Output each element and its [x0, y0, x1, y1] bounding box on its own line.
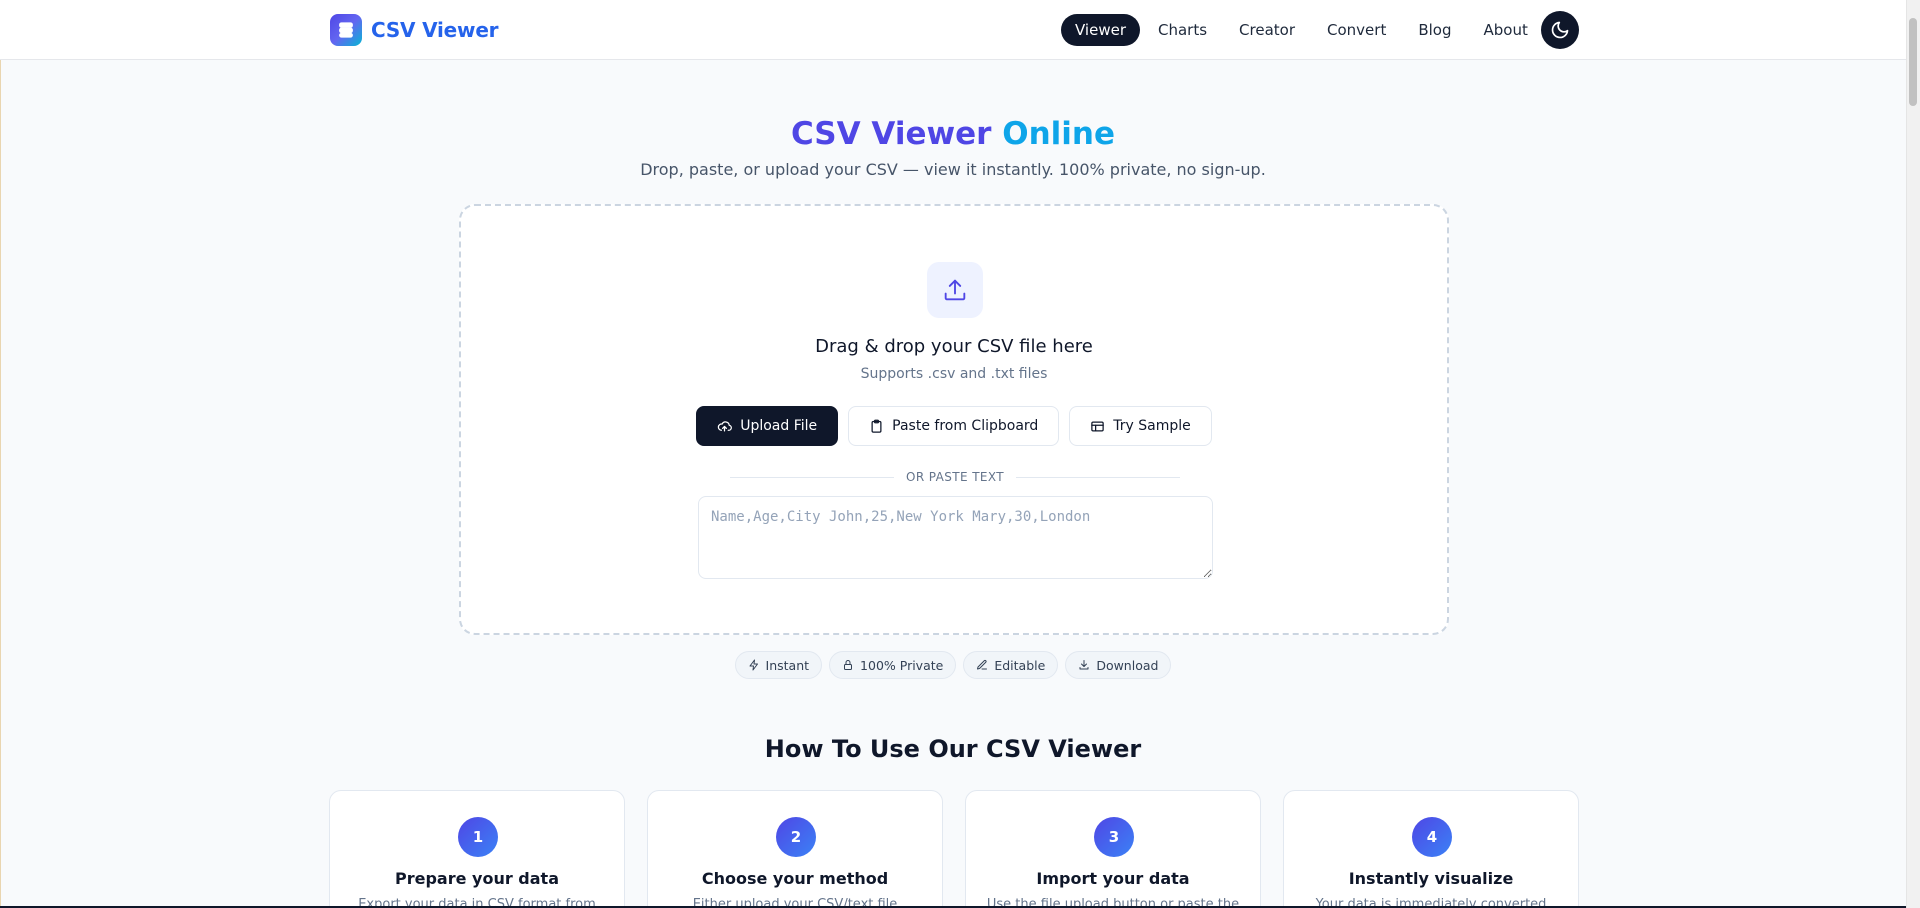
step-title: Prepare your data — [395, 869, 559, 888]
feature-chip-label: Download — [1096, 657, 1159, 673]
brand[interactable]: CSV Viewer — [330, 14, 499, 46]
howto-steps: 1 Prepare your data Export your data in … — [329, 790, 1579, 908]
dropzone-actions: Upload File Paste from Clipboard Try Sam… — [461, 406, 1447, 446]
scrollbar-thumb[interactable] — [1909, 18, 1917, 106]
feature-chip-editable: Editable — [963, 651, 1059, 679]
step-card: 3 Import your data Use the file upload b… — [965, 790, 1261, 908]
feature-chips: Instant 100% Private Editable Download — [0, 651, 1906, 679]
theme-toggle-button[interactable] — [1541, 11, 1579, 49]
moon-icon — [1551, 21, 1569, 39]
divider-line-left — [730, 476, 894, 478]
database-icon — [330, 14, 362, 46]
csv-paste-textarea[interactable] — [698, 496, 1213, 579]
step-number: 1 — [458, 817, 498, 857]
step-card: 2 Choose your method Either upload your … — [647, 790, 943, 908]
try-sample-label: Try Sample — [1113, 418, 1191, 434]
nav-creator[interactable]: Creator — [1225, 14, 1309, 46]
step-number: 2 — [776, 817, 816, 857]
paste-clipboard-label: Paste from Clipboard — [892, 418, 1039, 434]
feature-chip-download: Download — [1065, 651, 1172, 679]
feature-chip-label: 100% Private — [860, 657, 944, 673]
feature-chip-private: 100% Private — [829, 651, 957, 679]
brand-name: CSV Viewer — [371, 18, 499, 42]
main-nav: Viewer Charts Creator Convert Blog About — [1061, 14, 1542, 46]
lightning-icon — [749, 659, 758, 671]
nav-viewer[interactable]: Viewer — [1061, 14, 1140, 46]
page-subtitle: Drop, paste, or upload your CSV — view i… — [640, 160, 1266, 179]
lock-icon — [844, 660, 853, 670]
step-number: 4 — [1412, 817, 1452, 857]
divider-line-right — [1016, 476, 1181, 478]
paste-clipboard-button[interactable]: Paste from Clipboard — [848, 406, 1060, 446]
or-paste-divider: OR PASTE TEXT — [730, 470, 1181, 484]
step-number: 3 — [1094, 817, 1134, 857]
step-title: Choose your method — [701, 869, 889, 888]
download-icon — [1079, 660, 1089, 670]
table-icon — [1091, 421, 1105, 431]
try-sample-button[interactable]: Try Sample — [1069, 406, 1212, 446]
feature-chip-label: Instant — [765, 657, 810, 673]
step-card: 4 Instantly visualize Your data is immed… — [1283, 790, 1579, 908]
upload-file-label: Upload File — [740, 418, 818, 434]
csv-dropzone[interactable]: Drag & drop your CSV file here Supports … — [459, 204, 1449, 635]
feature-chip-label: Editable — [994, 657, 1046, 673]
nav-blog[interactable]: Blog — [1404, 14, 1465, 46]
nav-about[interactable]: About — [1470, 14, 1542, 46]
nav-convert[interactable]: Convert — [1313, 14, 1400, 46]
page-scrollbar[interactable] — [1906, 0, 1920, 908]
upload-icon — [927, 262, 983, 318]
page-title-part1: CSV Viewer — [790, 116, 992, 152]
page-title-part2: Online — [1002, 116, 1116, 152]
step-title: Instantly visualize — [1348, 869, 1514, 888]
nav-charts[interactable]: Charts — [1144, 14, 1221, 46]
dropzone-subtitle: Supports .csv and .txt files — [860, 366, 1048, 382]
top-navbar: CSV Viewer Viewer Charts Creator Convert… — [0, 0, 1906, 60]
cloud-upload-icon — [718, 420, 733, 431]
step-card: 1 Prepare your data Export your data in … — [329, 790, 625, 908]
page-title: CSV Viewer Online — [0, 116, 1906, 152]
edit-icon — [977, 659, 988, 670]
divider-text: OR PASTE TEXT — [905, 470, 1005, 484]
howto-title: How To Use Our CSV Viewer — [764, 735, 1142, 763]
step-title: Import your data — [1036, 869, 1190, 888]
upload-file-button[interactable]: Upload File — [696, 406, 839, 446]
dropzone-title: Drag & drop your CSV file here — [815, 336, 1093, 357]
feature-chip-instant: Instant — [734, 651, 823, 679]
clipboard-icon — [871, 419, 882, 433]
